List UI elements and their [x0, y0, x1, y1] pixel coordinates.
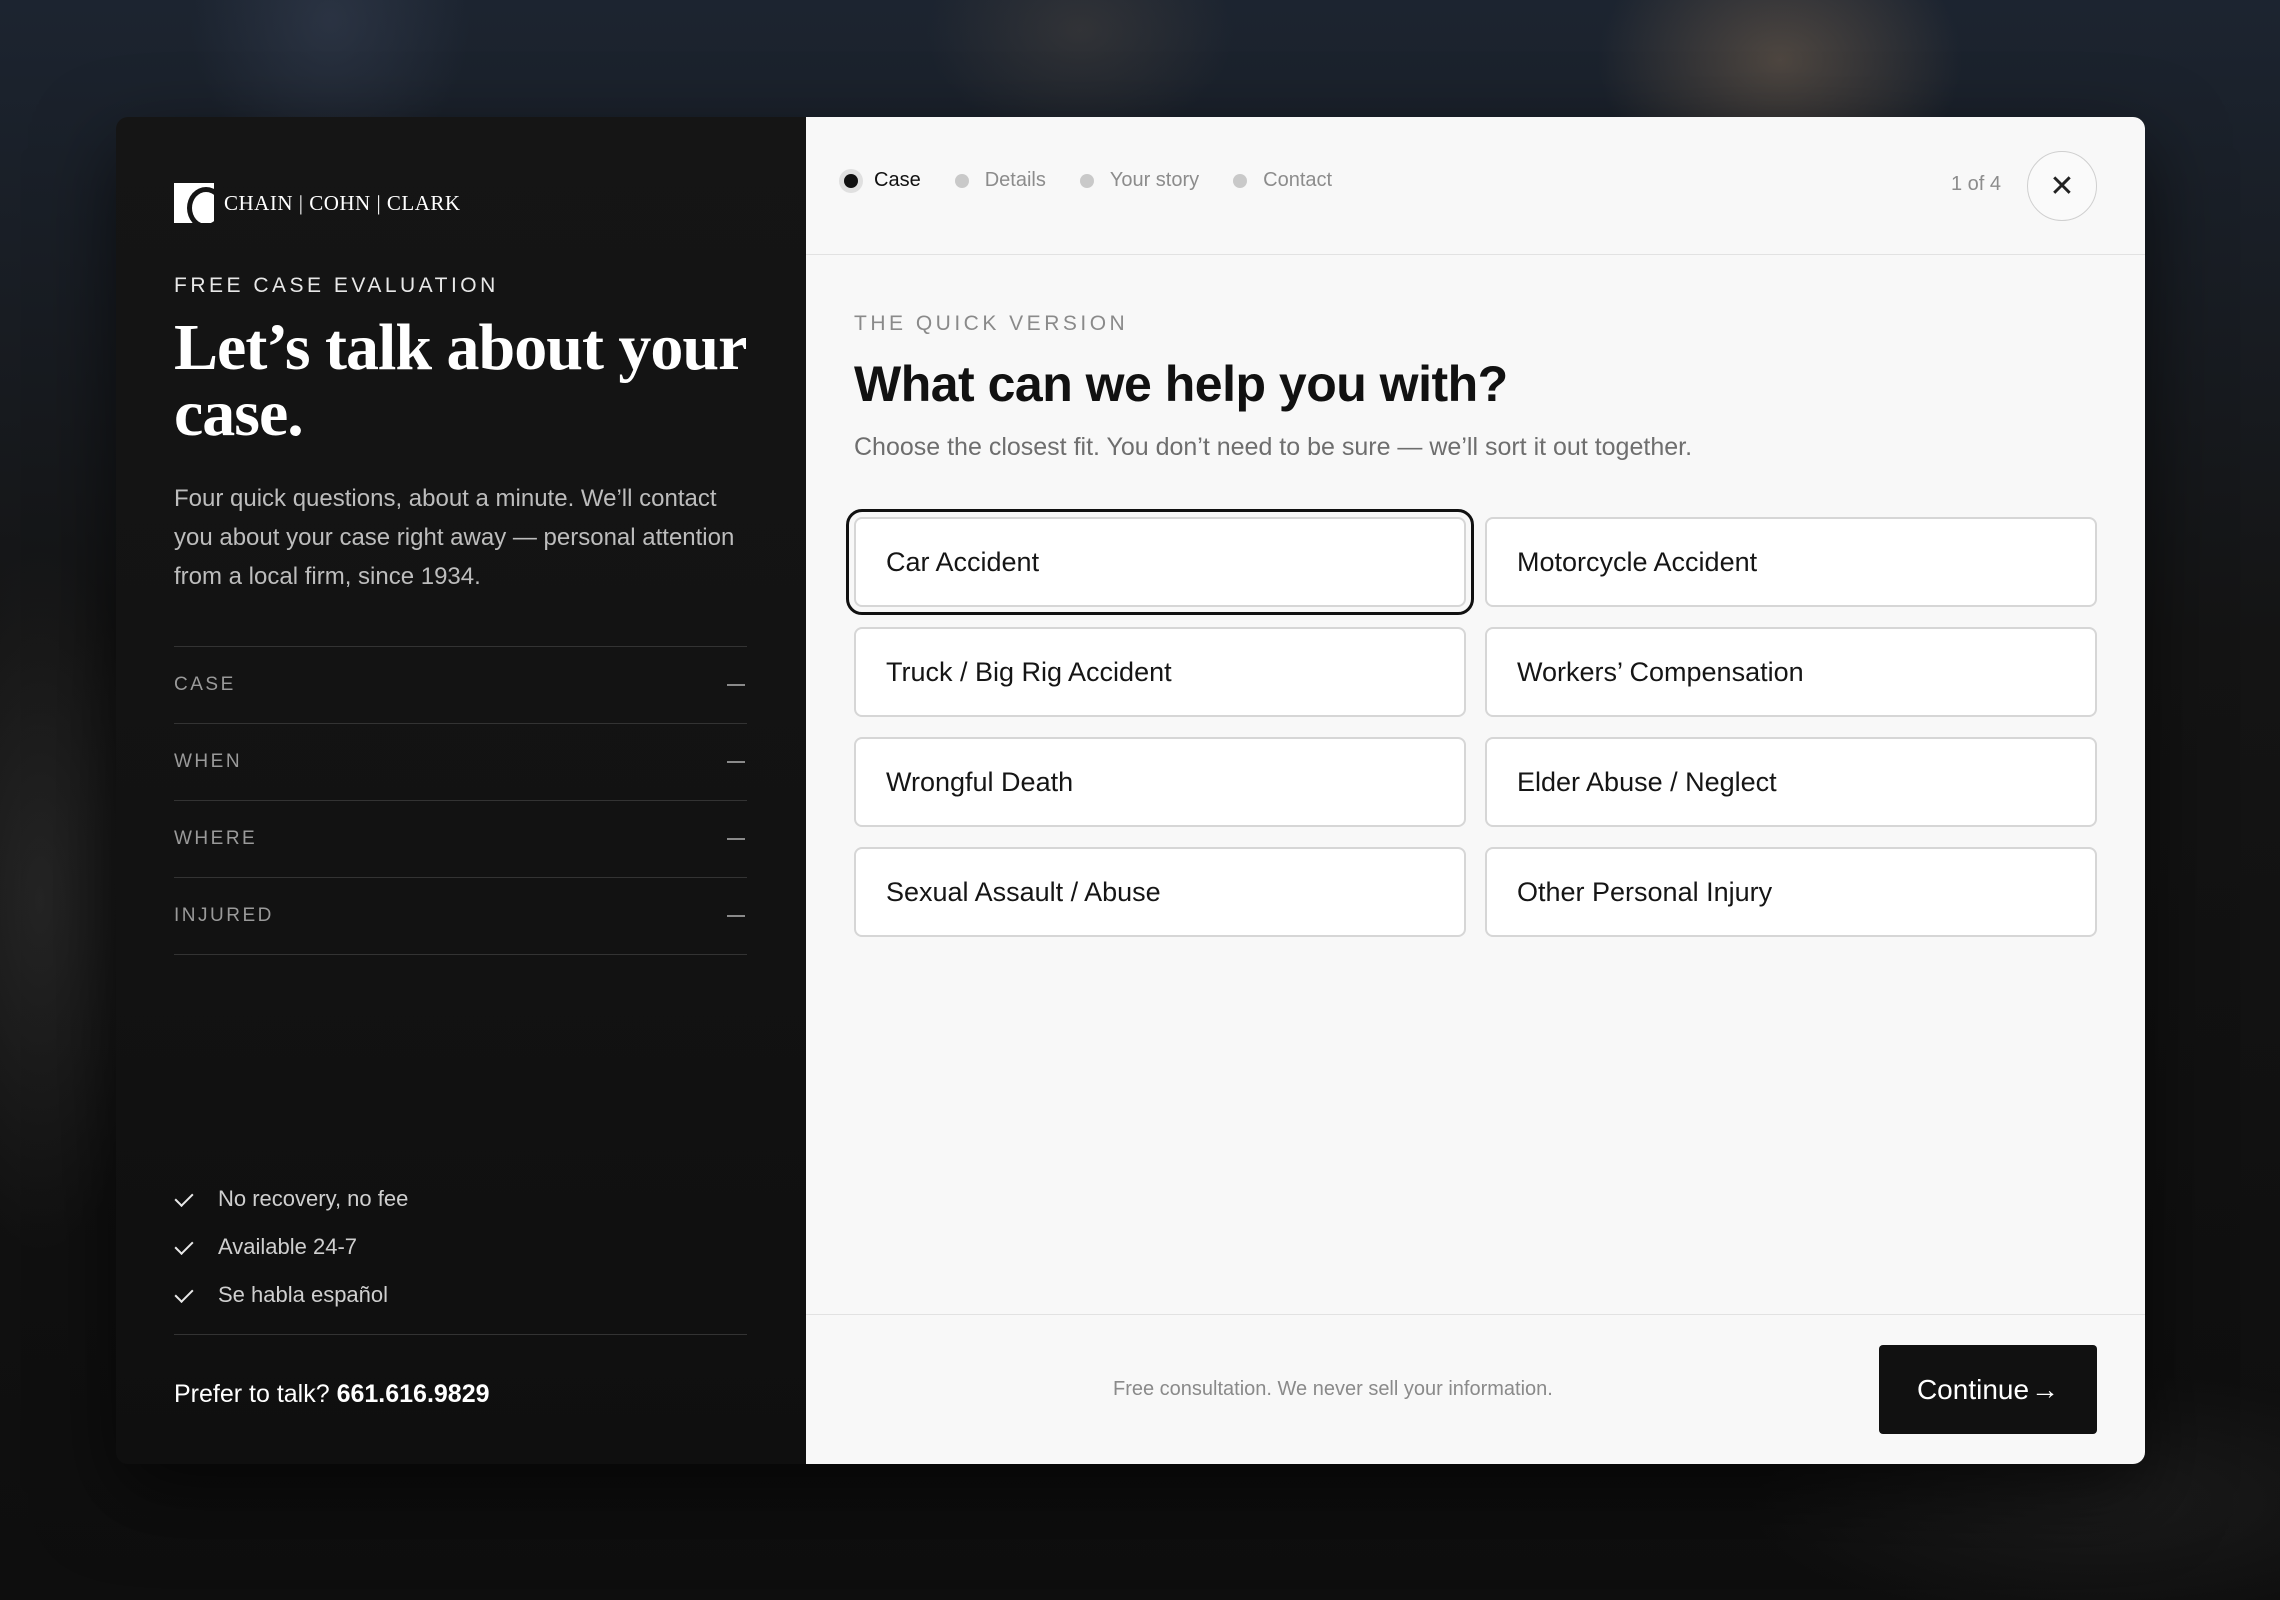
option-motorcycle-accident[interactable]: Motorcycle Accident — [1485, 517, 2097, 607]
perk-item: No recovery, no fee — [174, 1175, 408, 1223]
brand-name: CHAIN | COHN | CLARK — [224, 190, 461, 215]
step-dot-icon — [954, 173, 969, 188]
summary-row-where: WHERE — [174, 801, 747, 878]
headline: Let’s talk about your case. — [174, 311, 746, 450]
empty-value-dash — [727, 838, 745, 840]
option-car-accident[interactable]: Car Accident — [846, 509, 1474, 615]
case-evaluation-modal: CHAIN | COHN | CLARK FREE CASE EVALUATIO… — [116, 117, 2145, 1464]
continue-label: Continue — [1916, 1373, 2030, 1405]
logo-mark-icon — [174, 183, 214, 223]
answer-summary: CASE WHEN WHERE INJURED — [174, 646, 747, 955]
step-counter: 1 of 4 — [1950, 173, 2001, 195]
summary-label: CASE — [174, 674, 236, 695]
empty-value-dash — [727, 915, 745, 917]
option-elder-abuse[interactable]: Elder Abuse / Neglect — [1485, 737, 2097, 827]
phone-number-link[interactable]: 661.616.9829 — [337, 1380, 490, 1408]
step-label: Contact — [1263, 169, 1333, 191]
perk-item: Se habla español — [174, 1271, 408, 1319]
form-footer: Free consultation. We never sell your in… — [806, 1314, 2145, 1464]
summary-label: WHEN — [174, 751, 243, 772]
continue-button[interactable]: Continue → — [1879, 1345, 2097, 1434]
option-truck-accident[interactable]: Truck / Big Rig Accident — [854, 627, 1466, 717]
form-panel: Case Details Your story Contact 1 of 4 ✕ — [806, 117, 2145, 1464]
step-dot-icon — [844, 173, 858, 188]
step-your-story: Your story — [1079, 169, 1200, 192]
check-icon — [174, 1237, 194, 1257]
check-icon — [174, 1189, 194, 1209]
summary-row-case: CASE — [174, 647, 747, 724]
form-header: Case Details Your story Contact 1 of 4 ✕ — [806, 117, 2145, 255]
perk-label: Available 24-7 — [218, 1234, 358, 1259]
check-icon — [174, 1285, 194, 1305]
perk-label: Se habla español — [218, 1282, 389, 1307]
perks-list: No recovery, no fee Available 24-7 Se ha… — [174, 1175, 408, 1319]
step-details: Details — [954, 169, 1046, 192]
step-indicator: Case Details Your story Contact — [844, 169, 1366, 192]
step-dot-icon — [1079, 173, 1094, 188]
privacy-note: Free consultation. We never sell your in… — [1113, 1378, 1553, 1400]
close-icon: ✕ — [2049, 169, 2075, 203]
intro-text: Four quick questions, about a minute. We… — [174, 485, 735, 590]
info-panel: CHAIN | COHN | CLARK FREE CASE EVALUATIO… — [116, 117, 806, 1464]
left-eyebrow: FREE CASE EVALUATION — [174, 274, 499, 297]
step-dot-icon — [1233, 173, 1248, 188]
phone-cta[interactable]: Prefer to talk? 661.616.9829 — [174, 1380, 490, 1409]
step-label: Your story — [1109, 169, 1200, 191]
question-title: What can we help you with? — [854, 356, 1508, 412]
summary-row-when: WHEN — [174, 724, 747, 801]
question-eyebrow: THE QUICK VERSION — [854, 312, 1129, 335]
case-type-options: Car Accident Motorcycle Accident Truck /… — [846, 509, 2097, 937]
brand-logo: CHAIN | COHN | CLARK — [174, 183, 461, 223]
step-label: Case — [874, 169, 921, 191]
step-label: Details — [984, 169, 1046, 191]
option-other-personal-injury[interactable]: Other Personal Injury — [1485, 847, 2097, 937]
divider — [174, 1334, 747, 1335]
option-sexual-assault[interactable]: Sexual Assault / Abuse — [854, 847, 1466, 937]
summary-label: INJURED — [174, 905, 274, 926]
step-case: Case — [844, 169, 921, 192]
perk-item: Available 24-7 — [174, 1223, 408, 1271]
step-contact: Contact — [1233, 169, 1332, 192]
question-subtext: Choose the closest fit. You don’t need t… — [854, 433, 1693, 461]
empty-value-dash — [727, 684, 745, 686]
arrow-right-icon: → — [2031, 1373, 2060, 1405]
summary-label: WHERE — [174, 828, 258, 849]
close-button[interactable]: ✕ — [2027, 151, 2097, 221]
option-wrongful-death[interactable]: Wrongful Death — [854, 737, 1466, 827]
empty-value-dash — [727, 761, 745, 763]
summary-row-injured: INJURED — [174, 878, 747, 955]
perk-label: No recovery, no fee — [218, 1186, 409, 1211]
phone-prefix: Prefer to talk? — [174, 1380, 330, 1408]
option-workers-compensation[interactable]: Workers’ Compensation — [1485, 627, 2097, 717]
